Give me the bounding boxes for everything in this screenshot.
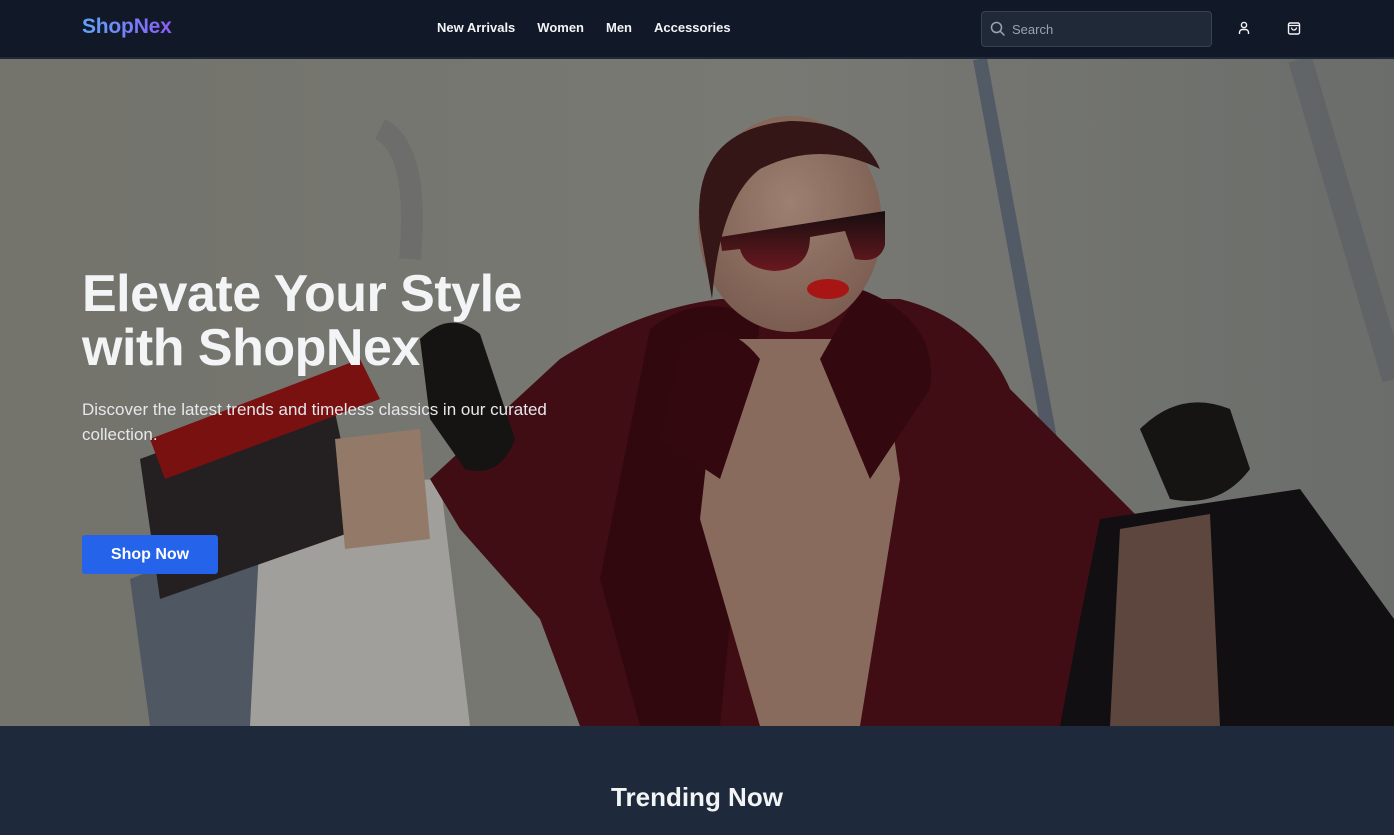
shopping-bag-icon[interactable] [1286,20,1302,36]
logo[interactable]: ShopNex [82,15,172,39]
hero-title-line-1: Elevate Your Style [82,265,522,323]
search-input[interactable] [1012,12,1207,46]
user-icon[interactable] [1236,20,1252,36]
search-box [981,11,1212,47]
nav-women[interactable]: Women [537,20,584,36]
site-header: ShopNex New Arrivals Women Men Accessori… [0,0,1394,58]
trending-title: Trending Now [611,782,783,812]
nav-new-arrivals[interactable]: New Arrivals [437,20,515,36]
hero-title: Elevate Your Style with ShopNex [82,267,642,375]
hero-subtitle: Discover the latest trends and timeless … [82,400,547,444]
hero-content: Elevate Your Style with ShopNex Discover… [82,267,642,574]
hero-section: Elevate Your Style with ShopNex Discover… [0,59,1394,726]
nav-accessories[interactable]: Accessories [654,20,731,36]
hero-title-line-2: with ShopNex [82,319,420,377]
nav-men[interactable]: Men [606,20,632,36]
shop-now-button[interactable]: Shop Now [82,535,218,574]
search-icon [990,21,1005,36]
main-nav: New Arrivals Women Men Accessories [437,20,731,36]
trending-section: Trending Now [0,726,1394,835]
